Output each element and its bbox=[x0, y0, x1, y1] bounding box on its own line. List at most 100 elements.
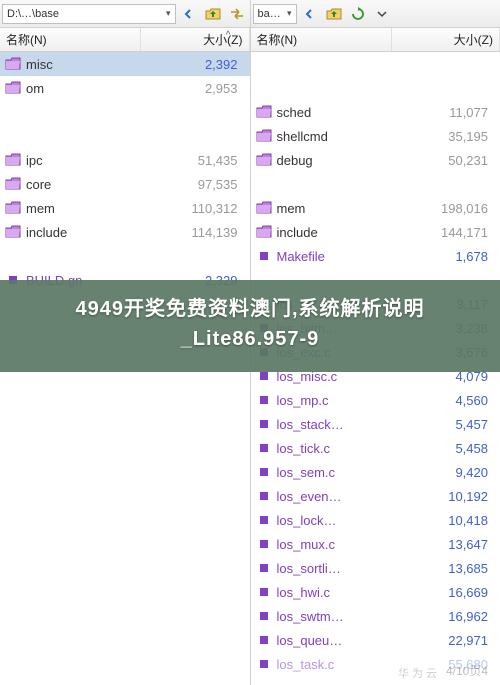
list-item[interactable]: core97,535 bbox=[0, 172, 250, 196]
header-name[interactable]: 名称(N) bbox=[251, 28, 392, 51]
item-size: 16,669 bbox=[398, 585, 496, 600]
item-size: 5,457 bbox=[398, 417, 496, 432]
sort-indicator-icon: ^ bbox=[226, 30, 231, 41]
right-path-text: ba… bbox=[258, 8, 281, 20]
item-name: sched bbox=[277, 105, 399, 120]
item-size: 35,195 bbox=[398, 129, 496, 144]
file-icon bbox=[255, 491, 273, 501]
item-size: 22,971 bbox=[398, 633, 496, 648]
list-item[interactable]: mem110,312 bbox=[0, 196, 250, 220]
item-size: 97,535 bbox=[148, 177, 246, 192]
list-item[interactable]: Makefile1,678 bbox=[251, 244, 500, 268]
folder-icon bbox=[4, 57, 22, 71]
list-item[interactable]: sched11,077 bbox=[251, 100, 500, 124]
item-size: 144,171 bbox=[398, 225, 496, 240]
list-item[interactable]: om2,953 bbox=[0, 76, 250, 100]
item-name: los_tick.c bbox=[277, 441, 399, 456]
list-item[interactable]: los_mp.c4,560 bbox=[251, 388, 500, 412]
folder-icon bbox=[4, 177, 22, 191]
watermark-page: 4/10页4 bbox=[446, 662, 488, 679]
right-path-box[interactable]: ba… ▾ bbox=[253, 4, 297, 24]
folder-icon bbox=[255, 105, 273, 119]
item-size: 51,435 bbox=[148, 153, 246, 168]
file-icon bbox=[255, 395, 273, 405]
refresh-button[interactable] bbox=[347, 3, 369, 25]
file-icon bbox=[255, 611, 273, 621]
list-item[interactable]: los_hwi.c16,669 bbox=[251, 580, 500, 604]
list-item[interactable]: los_lock…10,418 bbox=[251, 508, 500, 532]
item-name: los_lock… bbox=[277, 513, 399, 528]
swap-button[interactable] bbox=[226, 3, 248, 25]
item-name: los_stack… bbox=[277, 417, 399, 432]
item-size: 4,560 bbox=[398, 393, 496, 408]
back-button[interactable] bbox=[178, 3, 200, 25]
item-size: 1,678 bbox=[398, 249, 496, 264]
folder-icon bbox=[4, 201, 22, 215]
item-name: include bbox=[26, 225, 148, 240]
up-folder-button[interactable] bbox=[202, 3, 224, 25]
item-size: 13,685 bbox=[398, 561, 496, 576]
folder-icon bbox=[255, 225, 273, 239]
left-path-text: D:\…\base bbox=[7, 8, 59, 20]
item-name: include bbox=[277, 225, 399, 240]
list-item[interactable]: include114,139 bbox=[0, 220, 250, 244]
item-size: 11,077 bbox=[398, 105, 496, 120]
item-size: 13,647 bbox=[398, 537, 496, 552]
list-item[interactable]: misc2,392 bbox=[0, 52, 250, 76]
item-name: om bbox=[26, 81, 148, 96]
item-name: los_mp.c bbox=[277, 393, 399, 408]
folder-icon bbox=[255, 201, 273, 215]
header-size[interactable]: 大小(Z) bbox=[392, 28, 500, 51]
file-icon bbox=[255, 635, 273, 645]
list-item[interactable]: los_mux.c13,647 bbox=[251, 532, 500, 556]
list-item[interactable]: shellcmd35,195 bbox=[251, 124, 500, 148]
left-path-box[interactable]: D:\…\base ▾ bbox=[2, 4, 176, 24]
item-name: los_swtm… bbox=[277, 609, 399, 624]
overlay-line2: _Lite86.957-9 bbox=[10, 324, 490, 354]
file-icon bbox=[255, 251, 273, 261]
item-size: 110,312 bbox=[148, 201, 246, 216]
list-item[interactable]: los_queu…22,971 bbox=[251, 628, 500, 652]
header-size[interactable]: ^大小(Z) bbox=[141, 28, 249, 51]
item-size: 5,458 bbox=[398, 441, 496, 456]
item-name: los_task.c bbox=[277, 657, 399, 672]
folder-icon bbox=[4, 225, 22, 239]
item-name: los_mux.c bbox=[277, 537, 399, 552]
item-size: 16,962 bbox=[398, 609, 496, 624]
item-name: mem bbox=[26, 201, 148, 216]
menu-button[interactable] bbox=[371, 3, 393, 25]
header-name[interactable]: 名称(N) bbox=[0, 28, 141, 51]
list-item[interactable]: mem198,016 bbox=[251, 196, 500, 220]
folder-icon bbox=[4, 81, 22, 95]
file-icon bbox=[255, 371, 273, 381]
file-icon bbox=[255, 419, 273, 429]
item-name: los_sortli… bbox=[277, 561, 399, 576]
file-icon bbox=[255, 539, 273, 549]
item-name: los_hwi.c bbox=[277, 585, 399, 600]
list-item[interactable]: debug50,231 bbox=[251, 148, 500, 172]
list-item[interactable]: los_stack…5,457 bbox=[251, 412, 500, 436]
list-item[interactable]: ipc51,435 bbox=[0, 148, 250, 172]
file-icon bbox=[255, 659, 273, 669]
item-name: los_queu… bbox=[277, 633, 399, 648]
up-folder-button[interactable] bbox=[323, 3, 345, 25]
item-name: misc bbox=[26, 57, 148, 72]
file-icon bbox=[255, 515, 273, 525]
overlay-line1: 4949开奖免费资料澳门,系统解析说明 bbox=[10, 294, 490, 324]
back-button[interactable] bbox=[299, 3, 321, 25]
list-item[interactable]: los_sem.c9,420 bbox=[251, 460, 500, 484]
list-item[interactable]: include144,171 bbox=[251, 220, 500, 244]
left-headers: 名称(N) ^大小(Z) bbox=[0, 28, 250, 52]
item-name: ipc bbox=[26, 153, 148, 168]
item-size: 114,139 bbox=[148, 225, 246, 240]
item-name: shellcmd bbox=[277, 129, 399, 144]
list-item[interactable]: los_tick.c5,458 bbox=[251, 436, 500, 460]
list-item[interactable]: los_swtm…16,962 bbox=[251, 604, 500, 628]
item-name: core bbox=[26, 177, 148, 192]
item-size: 2,953 bbox=[148, 81, 246, 96]
list-item[interactable]: los_even…10,192 bbox=[251, 484, 500, 508]
item-name: mem bbox=[277, 201, 399, 216]
folder-icon bbox=[255, 129, 273, 143]
list-item[interactable]: los_sortli…13,685 bbox=[251, 556, 500, 580]
item-size: 198,016 bbox=[398, 201, 496, 216]
